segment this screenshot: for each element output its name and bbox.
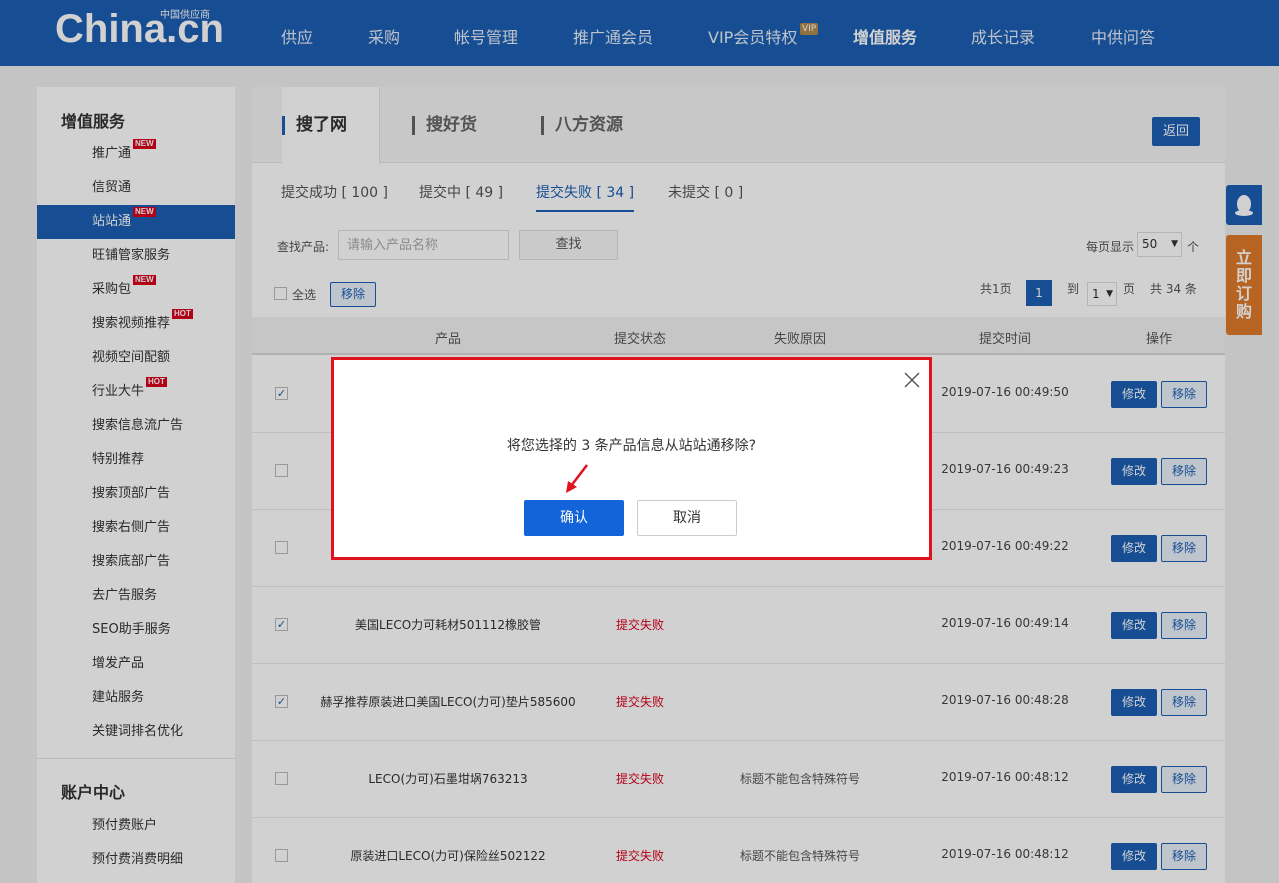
confirm-button[interactable]: 确认 xyxy=(524,500,624,536)
dialog-message: 将您选择的 3 条产品信息从站站通移除? xyxy=(506,438,757,454)
confirm-remove-dialog: 将您选择的 3 条产品信息从站站通移除? 确认 取消 xyxy=(331,357,932,560)
red-arrow-icon xyxy=(566,464,588,493)
cancel-button[interactable]: 取消 xyxy=(637,500,737,536)
close-icon[interactable] xyxy=(902,370,922,390)
